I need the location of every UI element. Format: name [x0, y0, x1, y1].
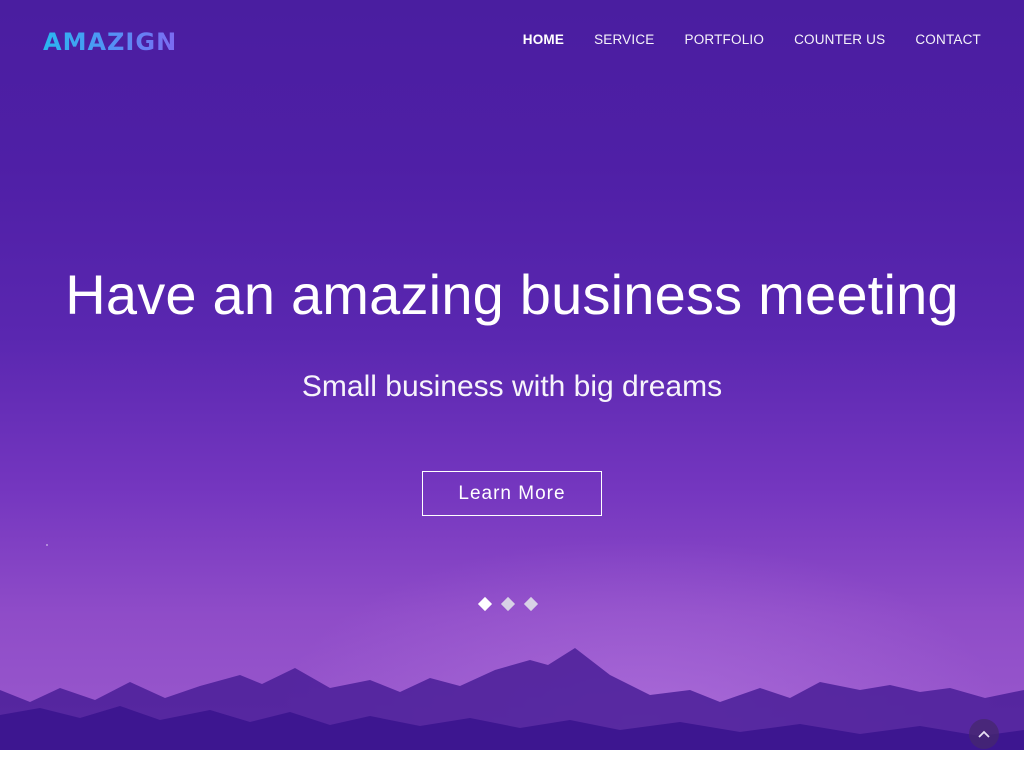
nav-item-home[interactable]: HOME: [523, 32, 564, 47]
hero-subheadline: Small business with big dreams: [301, 370, 723, 403]
mountain-silhouette: [0, 648, 1024, 750]
nav-item-contact[interactable]: CONTACT: [915, 32, 981, 47]
learn-more-button[interactable]: Learn More: [422, 471, 602, 516]
nav-item-counter-us[interactable]: COUNTER US: [794, 32, 885, 47]
nav-item-portfolio[interactable]: PORTFOLIO: [685, 32, 765, 47]
decorative-dot: [46, 544, 48, 546]
slider-dot-3[interactable]: [523, 596, 539, 612]
navbar: AMAZIGN HOME SERVICE PORTFOLIO COUNTER U…: [0, 0, 1024, 82]
brand-logo[interactable]: AMAZIGN: [43, 27, 199, 57]
nav-menu: HOME SERVICE PORTFOLIO COUNTER US CONTAC…: [523, 31, 981, 49]
scroll-to-top-button[interactable]: [969, 719, 999, 749]
hero-headline: Have an amazing business meeting: [65, 263, 959, 326]
chevron-up-icon: [978, 730, 990, 738]
hero-section: AMAZIGN HOME SERVICE PORTFOLIO COUNTER U…: [0, 0, 1024, 750]
slider-dot-2[interactable]: [500, 596, 516, 612]
slider-dot-1[interactable]: [477, 596, 493, 612]
slider-pagination: [477, 596, 539, 612]
nav-item-service[interactable]: SERVICE: [594, 32, 654, 47]
